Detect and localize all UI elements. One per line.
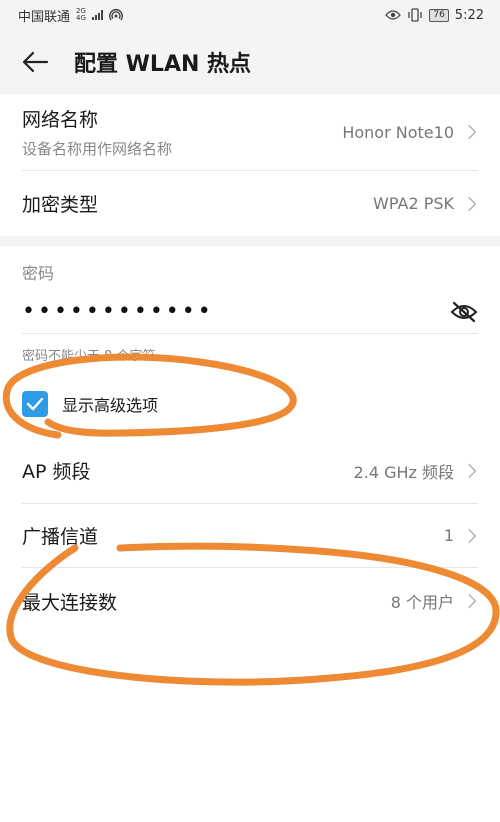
chevron-right-icon [461,463,477,478]
encryption-type-label: 加密类型 [22,194,99,216]
battery-level: 76 [433,9,445,20]
advanced-checkbox-label: 显示高级选项 [62,396,159,415]
ap-band-value: 2.4 GHz 频段 [353,462,454,482]
max-connections-label: 最大连接数 [22,591,118,614]
back-arrow-icon [22,51,49,73]
status-left: 中国联通 2G 4G [18,6,123,25]
network-name-value: Honor Note10 [342,122,454,142]
ap-band-row[interactable]: AP 频段 2.4 GHz 频段 [22,438,478,504]
network-name-row[interactable]: 网络名称 设备名称用作网络名称 Honor Note10 [22,94,478,171]
eye-off-icon[interactable] [450,301,478,323]
advanced-checkbox[interactable] [22,391,48,417]
title-bar: 配置 WLAN 热点 [0,30,500,94]
chevron-right-icon [461,593,477,609]
password-section-label: 密码 [22,264,55,283]
battery-icon: 76 [429,8,449,22]
chevron-right-icon [461,196,477,211]
broadcast-channel-label: 广播信道 [22,526,99,548]
encryption-type-row[interactable]: 加密类型 WPA2 PSK [22,171,478,236]
network-name-subtitle: 设备名称用作网络名称 [22,140,173,158]
password-field[interactable]: •••••••••••• [22,290,478,334]
signal-icon [91,10,103,20]
password-hint: 密码不能少于 8 个字符 [22,349,156,364]
broadcast-channel-value: 1 [443,526,454,545]
back-button[interactable] [0,30,70,94]
hotspot-icon [108,8,123,21]
broadcast-channel-row[interactable]: 广播信道 1 [22,504,478,568]
vibrate-icon [408,8,422,22]
page-title: 配置 WLAN 热点 [74,52,252,77]
status-right: 76 5:22 [385,8,484,23]
eye-comfort-icon [385,10,402,20]
password-input[interactable]: •••••••••••• [22,299,214,324]
carrier-label: 中国联通 [18,9,71,25]
net-bottom-label: 4G [76,14,86,22]
network-type-indicator: 2G 4G [76,8,86,22]
chevron-right-icon [461,528,477,543]
chevron-right-icon [461,124,477,140]
encryption-type-value: WPA2 PSK [373,194,454,213]
show-advanced-toggle[interactable]: 显示高级选项 [22,391,158,417]
clock: 5:22 [454,7,484,23]
ap-band-label: AP 频段 [22,461,91,483]
status-bar: 中国联通 2G 4G 76 5:22 [0,0,500,30]
max-connections-row[interactable]: 最大连接数 8 个用户 [22,568,478,634]
max-connections-value: 8 个用户 [390,593,454,612]
check-icon [26,397,44,411]
basic-settings-card: 网络名称 设备名称用作网络名称 Honor Note10 加密类型 WPA2 P… [0,94,500,236]
network-name-label: 网络名称 [22,109,99,131]
